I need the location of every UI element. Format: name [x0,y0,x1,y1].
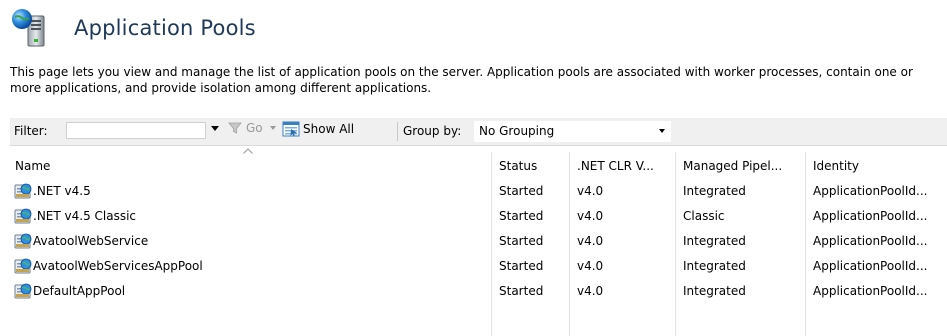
pool-identity: ApplicationPoolId... [813,184,928,198]
pool-identity: ApplicationPoolId... [813,234,928,248]
show-all-label: Show All [303,122,355,136]
table-row[interactable]: .NET v4.5 Classic Started v4.0 Classic Appli… [10,206,947,225]
pool-name: .NET v4.5 Classic [33,209,137,223]
page-title: Application Pools [74,16,256,40]
pool-pipeline-mode: Integrated [683,259,746,273]
application-pool-icon [14,183,32,199]
pool-pipeline-mode: Integrated [683,234,746,248]
pool-identity: ApplicationPoolId... [813,259,928,273]
pool-clr-version: v4.0 [577,284,604,298]
application-pools-list: Name Status .NET CLR V... Managed Pipel.… [10,148,947,336]
pool-pipeline-mode: Integrated [683,284,746,298]
group-by-select[interactable]: No Grouping [474,121,671,142]
column-header-clr-version[interactable]: .NET CLR V... [577,159,654,173]
pool-name: DefaultAppPool [33,284,126,298]
table-row[interactable]: AvatoolWebService Started v4.0 Integrated Ap… [10,231,947,250]
table-row[interactable]: .NET v4.5 Started v4.0 Integrated Applicatio… [10,181,947,200]
pool-status: Started [499,209,544,223]
application-pool-icon [14,233,32,249]
pool-identity: ApplicationPoolId... [813,209,928,223]
pool-status: Started [499,184,544,198]
column-header-status[interactable]: Status [499,159,537,173]
pool-name: AvatoolWebService [33,234,149,248]
application-pool-icon [14,258,32,274]
pool-status: Started [499,259,544,273]
toolbar-separator [397,122,398,141]
group-by-label: Group by: [403,124,462,138]
pool-identity: ApplicationPoolId... [813,284,928,298]
table-row[interactable]: DefaultAppPool Started v4.0 Integrated Appli… [10,281,947,300]
go-button[interactable]: Go [228,121,263,135]
filter-toolbar: Filter: Go Show All Group by: No Groupin… [10,118,947,146]
app-pools-server-icon [12,9,45,47]
column-header-managed-pipeline[interactable]: Managed Pipel... [683,159,782,173]
pool-pipeline-mode: Integrated [683,184,746,198]
pool-clr-version: v4.0 [577,234,604,248]
funnel-icon [228,122,242,134]
pool-name: AvatoolWebServicesAppPool [33,259,203,273]
sort-ascending-icon [243,148,253,154]
chevron-down-icon [659,129,665,133]
group-by-value: No Grouping [479,124,555,138]
pool-clr-version: v4.0 [577,259,604,273]
table-row[interactable]: AvatoolWebServicesAppPool Started v4.0 Inte… [10,256,947,275]
pool-status: Started [499,234,544,248]
pool-clr-version: v4.0 [577,209,604,223]
go-label: Go [246,121,263,135]
pool-clr-version: v4.0 [577,184,604,198]
pool-pipeline-mode: Classic [683,209,725,223]
page-description: This page lets you view and manage the l… [10,65,913,95]
show-all-icon [282,121,300,137]
application-pool-icon [14,208,32,224]
filter-dropdown-arrow-icon[interactable] [211,126,219,131]
go-dropdown-arrow-icon[interactable] [270,126,276,130]
show-all-button[interactable]: Show All [282,121,354,137]
pool-name: .NET v4.5 [33,184,91,198]
application-pool-icon [14,283,32,299]
filter-input[interactable] [66,122,206,139]
page-header: Application Pools [10,8,256,48]
pool-status: Started [499,284,544,298]
filter-label: Filter: [14,124,48,138]
column-header-identity[interactable]: Identity [813,159,859,173]
column-header-name[interactable]: Name [15,159,50,173]
